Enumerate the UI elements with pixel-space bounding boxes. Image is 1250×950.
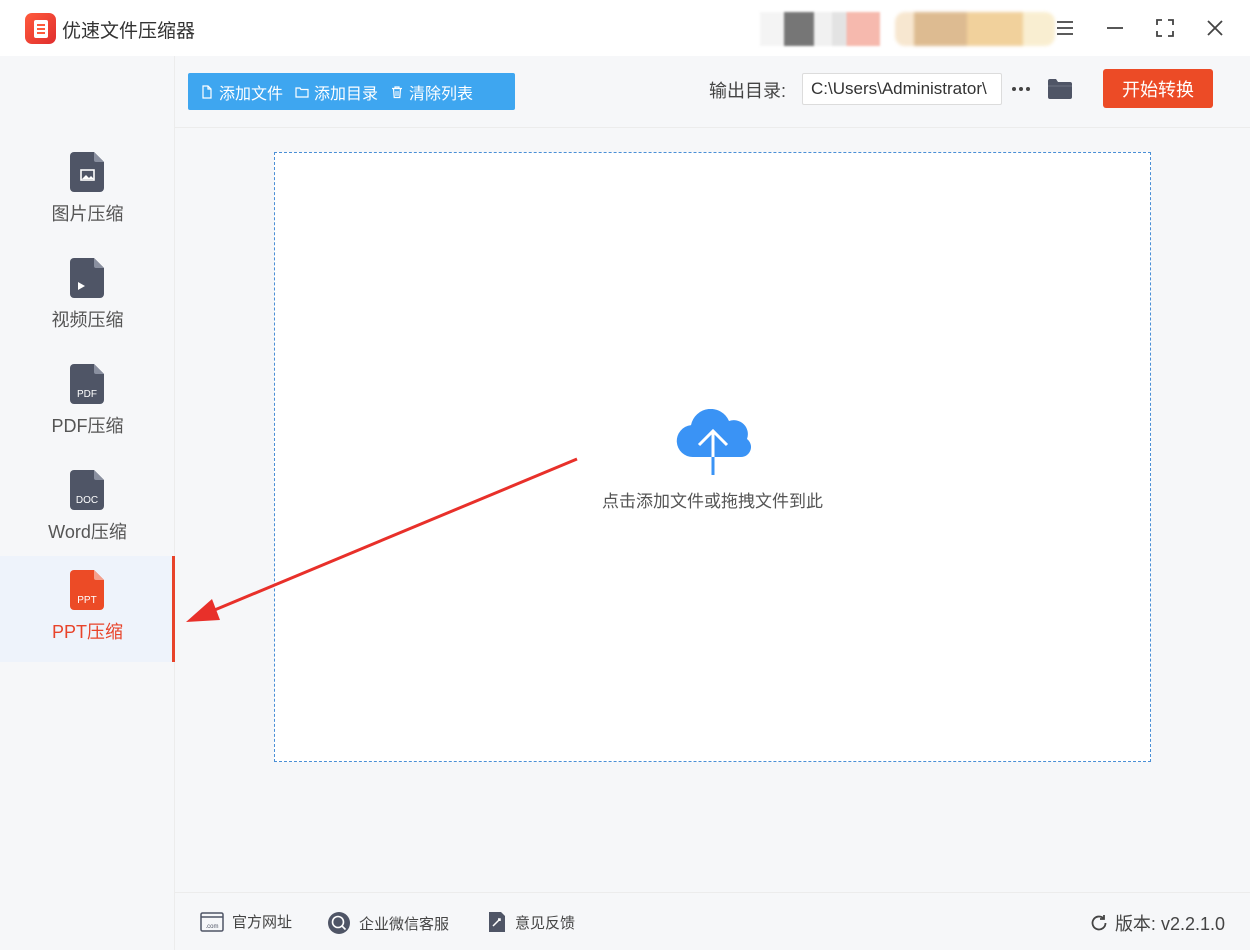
app-title: 优速文件压缩器: [62, 21, 196, 42]
cloud-upload-icon: [676, 409, 751, 475]
file-dropzone[interactable]: 点击添加文件或拖拽文件到此: [274, 152, 1151, 762]
video-file-icon: [69, 258, 104, 298]
close-button[interactable]: [1197, 10, 1233, 46]
doc-file-icon: DOC: [69, 470, 104, 510]
official-website-link[interactable]: .com 官方网址: [200, 911, 292, 932]
website-icon: .com: [200, 911, 224, 932]
browse-output-button[interactable]: [1007, 74, 1035, 104]
wechat-label: 企业微信客服: [359, 915, 450, 933]
blurred-user-info: [895, 12, 1055, 46]
fullscreen-icon: [1156, 19, 1174, 37]
website-label: 官方网址: [232, 914, 293, 931]
version-info: 版本: v2.2.1.0: [1089, 910, 1225, 936]
svg-text:DOC: DOC: [75, 495, 97, 506]
svg-text:.com: .com: [205, 924, 218, 930]
image-file-icon: [69, 152, 104, 192]
dropzone-hint: 点击添加文件或拖拽文件到此: [602, 492, 823, 511]
sidebar-item-video[interactable]: 视频压缩: [0, 244, 175, 350]
minimize-icon: [1107, 27, 1123, 29]
menu-button[interactable]: [1047, 10, 1083, 46]
sidebar-item-label: Word压缩: [48, 522, 127, 542]
file-actions-group: 添加文件 添加目录 清除列表: [188, 73, 515, 110]
sidebar-item-label: 图片压缩: [51, 204, 124, 224]
folder-icon: [1048, 79, 1072, 99]
folder-outline-icon: [295, 86, 309, 98]
start-convert-button[interactable]: 开始转换: [1103, 69, 1213, 108]
svg-text:PPT: PPT: [77, 595, 96, 606]
toolbar: 添加文件 添加目录 清除列表 输出目录: 开始转换: [175, 56, 1250, 128]
maximize-button[interactable]: [1147, 10, 1183, 46]
output-dir-input[interactable]: [802, 73, 1002, 105]
feedback-icon: [489, 912, 505, 932]
output-dir-label: 输出目录:: [709, 81, 787, 101]
sidebar-item-image[interactable]: 图片压缩: [0, 138, 175, 244]
footer: .com 官方网址 企业微信客服 意见反馈 版本: v2.2.1.0: [175, 892, 1250, 950]
sidebar-item-ppt[interactable]: PPT PPT压缩: [0, 556, 175, 662]
sidebar-item-pdf[interactable]: PDF PDF压缩: [0, 350, 175, 456]
feedback-label: 意见反馈: [515, 914, 576, 932]
minimize-button[interactable]: [1097, 10, 1133, 46]
sidebar-item-word[interactable]: DOC Word压缩: [0, 456, 175, 562]
clear-list-button[interactable]: 清除列表: [378, 73, 473, 110]
close-icon: [1207, 20, 1223, 36]
add-file-button[interactable]: 添加文件: [188, 73, 283, 110]
sidebar: 图片压缩 视频压缩 PDF PDF压缩 DOC Word压缩 PPT PPT压缩: [0, 56, 175, 950]
clear-list-label: 清除列表: [409, 85, 474, 103]
more-dots-icon: [1012, 87, 1030, 91]
pdf-file-icon: PDF: [69, 364, 104, 404]
main-area: 点击添加文件或拖拽文件到此: [175, 128, 1250, 892]
open-output-folder-button[interactable]: [1045, 74, 1075, 104]
add-folder-label: 添加目录: [314, 85, 379, 103]
hamburger-icon: [1057, 21, 1073, 35]
sidebar-item-label: PPT压缩: [51, 622, 123, 642]
ppt-file-icon: PPT: [69, 570, 104, 610]
refresh-icon: [1091, 915, 1107, 931]
blurred-user-avatar: [760, 12, 880, 46]
sidebar-item-label: PDF压缩: [51, 416, 124, 436]
app-logo-icon: [25, 13, 56, 44]
trash-icon: [392, 85, 403, 98]
svg-text:PDF: PDF: [77, 389, 97, 400]
wechat-support-link[interactable]: 企业微信客服: [327, 911, 449, 935]
title-bar: 优速文件压缩器: [0, 0, 1250, 56]
sidebar-item-label: 视频压缩: [51, 310, 124, 330]
wechat-icon: [328, 912, 350, 934]
feedback-link[interactable]: 意见反馈: [487, 911, 575, 933]
file-icon: [202, 84, 212, 99]
add-folder-button[interactable]: 添加目录: [283, 73, 378, 110]
version-label: 版本: v2.2.1.0: [1114, 914, 1225, 934]
add-file-label: 添加文件: [219, 85, 284, 103]
